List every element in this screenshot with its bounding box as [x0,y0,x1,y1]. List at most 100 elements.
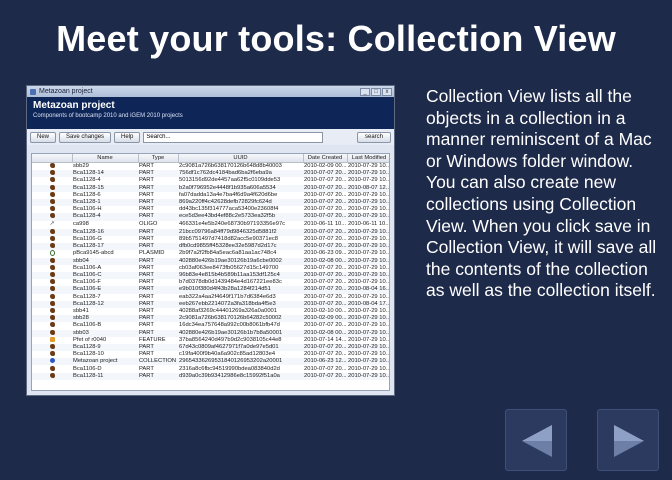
column-header-last-modified[interactable]: Last Modified [347,154,389,163]
table-row[interactable]: Bca1106-F PART b7d0378db0d1439484e4d167221… [32,279,390,286]
row-uuid: 67d43c0809af4627971f7a0de97e5d01 [178,343,303,352]
row-date-created: 2010-07-07 20... [303,198,347,207]
table-row[interactable]: Bca1128-16 PART 21bcc09796a84ff79d9846325d… [32,228,389,236]
table-row[interactable]: Bca1128-11 PART d939a0c39b93412986e8c15992… [32,372,389,380]
table-row[interactable]: sbb03 PART 402880e426b19ae30126b1b7b8a5000… [32,329,389,337]
column-header-name[interactable]: Name [72,154,139,163]
table-row[interactable]: Bca1128-9 PART 67d43c0809af4627971f7a0de97… [32,343,389,352]
table-row[interactable]: Bca1106-B PART 16dc34ea757648a992c00b8061b… [32,322,389,329]
row-icon-cell [32,329,72,337]
part-icon [49,191,55,197]
table-row[interactable]: Metazoan project COLLECTION 29654336269531… [32,358,390,366]
row-last-modified: 2010-07-29 10... [348,250,390,257]
column-header-type[interactable]: Type [138,154,179,163]
row-icon-cell [32,264,72,272]
row-type: PART [138,184,178,192]
row-uuid: 89b5751497d7418d82acc5e90371ec8 [179,235,278,242]
part-icon [49,257,55,263]
row-date-created: 2010-07-07 20... [304,235,347,242]
help-button[interactable]: Help [114,131,141,143]
row-icon-cell [32,228,72,236]
row-last-modified: 2010-07-29 10... [348,279,390,286]
table-row[interactable]: Bca1128-6 PART fa07dadda13a4e7ba4f6d9a4f62… [32,191,389,199]
row-type: PART [138,372,178,380]
row-type: PART [139,163,154,170]
part-icon [49,272,55,278]
table-row[interactable]: Bca1106-G PART 89b5751497d7418d82acc5e9037… [32,235,389,243]
table-row[interactable]: Bca1106-H PART dd43bc135f314777aca53400e23… [32,206,389,213]
row-uuid: 2316a8c6fbc94519990bdea083840d2d [179,365,280,372]
row-uuid: e9b010f380d4f43b28a1284f214d51 [178,286,303,294]
search-button[interactable]: search [357,131,391,143]
part-icon [49,322,55,328]
row-type: PART [138,315,178,323]
row-date-created: 2010-07-14 14... [304,336,347,343]
slide-title: Meet your tools: Collection View [56,18,616,59]
table-row[interactable]: sbb29 PART 2c9081a726b638170126b648d8b4000… [32,163,389,171]
column-header-uuid[interactable]: UUID [178,154,304,163]
project-title: Metazoan project [33,100,115,111]
table-row[interactable]: Bca1128-7 PART eab322a4aa2f4649f171b7d6384… [32,293,389,301]
table-row[interactable]: pBca9145-abcd PLASMID 2b9f7a2f2fb84a5eac6a… [32,250,390,258]
part-icon [49,206,55,212]
table-row[interactable]: Bca1128-10 PART c19fa400f9b40a6a902c85ad12… [32,351,389,358]
row-uuid: 402880e426b19ae30126b1b7b8a50001 [178,329,303,337]
table-row[interactable]: Bca1128-12 PART eeb267ebb2214072a3fa318bda… [32,300,389,308]
part-icon [49,279,55,285]
table-row[interactable]: Bca1106-D PART 2316a8c6fbc94519990bdea0838… [32,365,389,372]
table-row[interactable]: ↗ ca998 OLIGO 466331e4e5b240e68730b97193356… [32,221,389,229]
table-row[interactable]: Bca1128-4 PART ece5d3ee43bd4ef88c2e5733ea3… [32,213,389,221]
part-icon [49,343,55,349]
table-row[interactable]: Bca1128-4 PART 5013156d92de4457aa62f5c0109… [32,177,389,184]
row-uuid: 2c9081a726b638170126b64282c50002 [178,315,303,323]
left-arrow-icon [509,413,565,469]
previous-slide-button[interactable] [505,409,567,471]
table-row[interactable]: sbb41 PART 40288af3269c44401269a326a0a0001… [32,308,389,315]
row-icon-cell: ↗ [32,221,72,229]
row-date-created: 2010-07-07 20... [303,343,347,352]
row-uuid: 37ba8564240d497b9d2c9038105c44e8 [179,336,282,343]
table-row[interactable]: Bca1106-C PART 96b83e4e815b4b589b11aa153df… [32,272,389,280]
row-date-created: 2010-02-09 00... [303,315,347,323]
table-row[interactable]: Pfet of r0040 FEATURE 37ba8564240d497b9d2c… [32,336,390,344]
table-row[interactable]: Bca1106-A PART cb03af063ee8473fb05627d15c1… [32,264,389,272]
close-button[interactable]: x [382,87,392,96]
row-last-modified: 2010-07-29 10... [347,358,390,366]
row-name: sbb03 [72,329,138,337]
maximize-button[interactable]: □ [371,87,381,96]
next-slide-button[interactable] [597,409,659,471]
row-type: PART [138,242,178,251]
table-row[interactable]: Bca1128-14 PART 756df1c762dc4184bad6ba2f6e… [32,170,390,178]
row-name: sbb28 [72,315,138,323]
column-header-icon[interactable] [32,154,73,163]
minimize-button[interactable]: _ [360,87,370,96]
row-uuid: 21bcc09796a84ff79d9846325d5881f2 [178,228,303,236]
table-row[interactable]: sbb04 PART 402880e426b19ae30126b19a6cbe000… [32,257,389,265]
table-row[interactable]: Bca1128-15 PART b2a0f796952e4448f1b935a606… [32,184,389,192]
row-uuid: 5013156d92de4457aa62f5c0109dde53 [179,177,281,184]
table-row[interactable]: Bca1128-1 PART 869a220ff4c42628defb72829fc… [32,198,389,207]
row-icon-cell [32,358,72,366]
table-row[interactable]: Bca1106-E PART e9b010f380d4f43b28a1284f214… [32,286,389,294]
search-input[interactable] [143,131,324,143]
window-titlebar[interactable]: Metazoan project _ □ x [27,86,394,97]
row-icon-cell [32,163,72,171]
row-type: PART [139,206,154,213]
right-arrow-icon [601,413,657,469]
table-row[interactable]: sbb28 PART 2c9081a726b638170126b64282c5000… [32,315,389,323]
save-changes-button[interactable]: Save changes [59,131,112,143]
row-icon-cell [32,235,72,243]
row-uuid: dfb0cd9855ff45328ee32e5987d2d17c [178,242,303,251]
row-last-modified: 2010-07-29 10... [347,170,390,178]
part-icon [49,300,55,306]
row-last-modified: 2010-07-29 10... [347,242,390,251]
row-date-created: 2010-07-07 20... [304,177,347,184]
row-type: PART [138,228,178,236]
row-name: Bca1106-H [73,206,102,213]
column-header-date-created[interactable]: Date Created [303,154,348,163]
row-type: PART [138,198,178,207]
row-uuid: eab322a4aa2f4649f171b7d6384e6d3 [179,293,276,300]
new-button[interactable]: New [30,131,57,143]
table-row[interactable]: Bca1128-17 PART dfb0cd9855ff45328ee32e5987… [32,242,390,251]
row-last-modified: 2010-07-29 10... [348,336,390,343]
